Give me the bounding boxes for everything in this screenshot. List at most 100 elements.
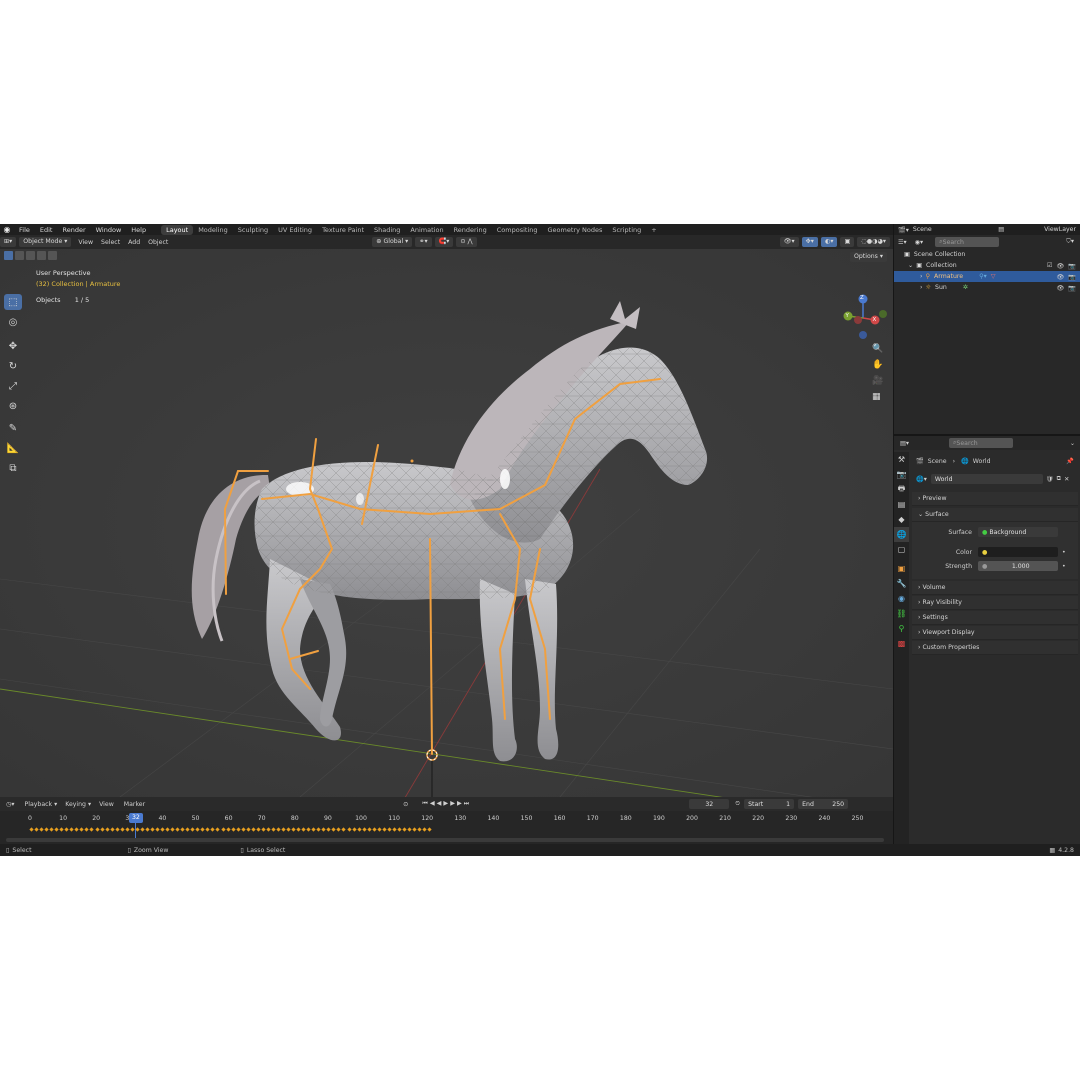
view-layer-selector[interactable]: ViewLayer: [1044, 226, 1076, 233]
measure-tool-icon[interactable]: 📐: [4, 440, 22, 456]
shading-modes-icon[interactable]: ◌●◑◕▾: [857, 237, 890, 247]
scene-icon[interactable]: 🎬▾: [898, 226, 909, 234]
keyframe-diamond[interactable]: [271, 827, 276, 832]
keyframe-diamond[interactable]: [261, 827, 266, 832]
outliner-row-sun[interactable]: › ☼ Sun ✲ 👁 📷: [894, 282, 1080, 293]
scale-tool-icon[interactable]: ⤢: [4, 378, 22, 394]
keyframe-dot-icon[interactable]: •: [1062, 549, 1066, 556]
keyframe-diamond[interactable]: [362, 827, 367, 832]
select-extend-icon[interactable]: [15, 251, 24, 260]
keyframe-diamond[interactable]: [256, 827, 261, 832]
keyframe-diamond[interactable]: [311, 827, 316, 832]
menu-edit[interactable]: Edit: [35, 226, 58, 234]
keyframe-diamond[interactable]: [190, 827, 195, 832]
camera-render-icon[interactable]: 📷: [1068, 262, 1076, 270]
orientation-dropdown[interactable]: ⊕ Global ▾: [372, 237, 413, 247]
strength-field[interactable]: ● 1.000: [978, 561, 1058, 571]
timeline-scrollbar[interactable]: [6, 838, 884, 842]
tab-sculpting[interactable]: Sculpting: [233, 225, 273, 235]
keyframe-diamond[interactable]: [34, 827, 39, 832]
eye-icon[interactable]: 👁: [1056, 273, 1064, 281]
keyframe-diamond[interactable]: [59, 827, 64, 832]
keyframe-diamond[interactable]: [246, 827, 251, 832]
outliner-editor-icon[interactable]: ☰▾: [898, 239, 907, 246]
keyframe-diamond[interactable]: [195, 827, 200, 832]
keyframe-diamond[interactable]: [351, 827, 357, 832]
world-browse-icon[interactable]: 🌐▾: [916, 475, 927, 483]
menu-render[interactable]: Render: [57, 226, 90, 234]
tab-geometry-nodes[interactable]: Geometry Nodes: [543, 225, 608, 235]
outliner-search-input[interactable]: ⌕ Search: [935, 237, 1000, 247]
mesh-modifier-icon[interactable]: ▽: [991, 273, 996, 280]
menu-object[interactable]: Object: [144, 239, 172, 246]
section-settings[interactable]: › Settings: [912, 611, 1078, 625]
keyframe-diamond[interactable]: [74, 827, 79, 832]
expand-arrow-icon[interactable]: ⌄: [908, 262, 913, 269]
keyframe-diamond[interactable]: [135, 827, 140, 832]
keyframe-diamond[interactable]: [316, 827, 321, 832]
section-custom-properties[interactable]: › Custom Properties: [912, 641, 1078, 655]
pin-icon[interactable]: 📌: [1066, 457, 1074, 465]
menu-help[interactable]: Help: [126, 226, 151, 234]
keyframe-diamond[interactable]: [341, 827, 347, 832]
properties-editor-icon[interactable]: ▤▾: [900, 440, 909, 447]
keyframe-diamond[interactable]: [155, 827, 160, 832]
keyframe-diamond[interactable]: [94, 827, 100, 832]
tab-rendering[interactable]: Rendering: [449, 225, 492, 235]
section-ray-visibility[interactable]: › Ray Visibility: [912, 596, 1078, 610]
move-tool-icon[interactable]: ✥: [4, 338, 22, 354]
select-invert-icon[interactable]: [37, 251, 46, 260]
keyframe-diamond[interactable]: [125, 827, 130, 832]
keyframe-diamond[interactable]: [170, 827, 175, 832]
gizmo-toggle-icon[interactable]: ✥▾: [801, 237, 818, 247]
outliner-row-collection[interactable]: ⌄ ▣ Collection ☑ 👁 📷: [894, 260, 1080, 271]
tab-compositing[interactable]: Compositing: [492, 225, 543, 235]
annotate-tool-icon[interactable]: ✎: [4, 420, 22, 436]
keyframe-diamond[interactable]: [145, 827, 150, 832]
keyframe-diamond[interactable]: [346, 827, 352, 832]
select-intersect-icon[interactable]: [48, 251, 57, 260]
keyframe-diamond[interactable]: [185, 827, 190, 832]
keyframe-diamond[interactable]: [49, 827, 54, 832]
keyframe-diamond[interactable]: [44, 827, 49, 832]
eye-icon[interactable]: 👁: [1056, 262, 1064, 270]
tab-modeling[interactable]: Modeling: [193, 225, 233, 235]
breadcrumb-world[interactable]: World: [973, 458, 991, 465]
mode-dropdown[interactable]: Object Mode ▾: [19, 237, 72, 247]
cursor-tool-icon[interactable]: ◎: [4, 314, 22, 330]
eye-icon[interactable]: 👁: [1056, 284, 1064, 292]
keyframe-diamond[interactable]: [215, 827, 221, 832]
keyframe-diamond[interactable]: [392, 827, 397, 832]
armature-data-icon[interactable]: ⚲▾: [979, 273, 987, 280]
chevron-down-icon[interactable]: ⌄: [1070, 440, 1075, 447]
scene-selector[interactable]: Scene: [913, 226, 932, 233]
view-layer-tab-icon[interactable]: ▤: [894, 497, 909, 512]
keyframe-diamond[interactable]: [417, 827, 422, 832]
surface-shader-field[interactable]: ● Background: [978, 527, 1058, 537]
fake-user-icon[interactable]: 🛡: [1046, 475, 1054, 483]
keyframe-diamond[interactable]: [200, 827, 205, 832]
transform-tool-icon[interactable]: ⊛: [4, 398, 22, 414]
physics-tab-icon[interactable]: ◉: [894, 591, 909, 606]
keyframe-diamond[interactable]: [266, 827, 271, 832]
keyframe-diamond[interactable]: [356, 827, 362, 832]
keyframe-diamond[interactable]: [225, 827, 231, 832]
add-workspace-button[interactable]: +: [646, 225, 661, 235]
select-new-icon[interactable]: [4, 251, 13, 260]
select-subtract-icon[interactable]: [26, 251, 35, 260]
keyframe-diamond[interactable]: [296, 827, 301, 832]
camera-icon[interactable]: 🎥: [872, 376, 886, 392]
perspective-toggle-icon[interactable]: ▦: [872, 392, 886, 408]
3d-viewport[interactable]: User Perspective (32) Collection | Armat…: [0, 249, 893, 797]
xray-icon[interactable]: ▣: [840, 237, 855, 247]
keyframe-diamond[interactable]: [382, 827, 387, 832]
world-tab-icon[interactable]: 🌐: [894, 527, 909, 542]
visibility-icon[interactable]: 👁▾: [779, 237, 799, 247]
close-icon[interactable]: ✕: [1064, 476, 1069, 483]
editor-type-icon[interactable]: ⊞▾: [0, 237, 17, 247]
tab-animation[interactable]: Animation: [405, 225, 448, 235]
keyframe-diamond[interactable]: [79, 827, 85, 832]
modifier-tab-icon[interactable]: 🔧: [894, 576, 909, 591]
keyframe-diamond[interactable]: [422, 827, 427, 832]
keyframe-diamond[interactable]: [140, 827, 145, 832]
